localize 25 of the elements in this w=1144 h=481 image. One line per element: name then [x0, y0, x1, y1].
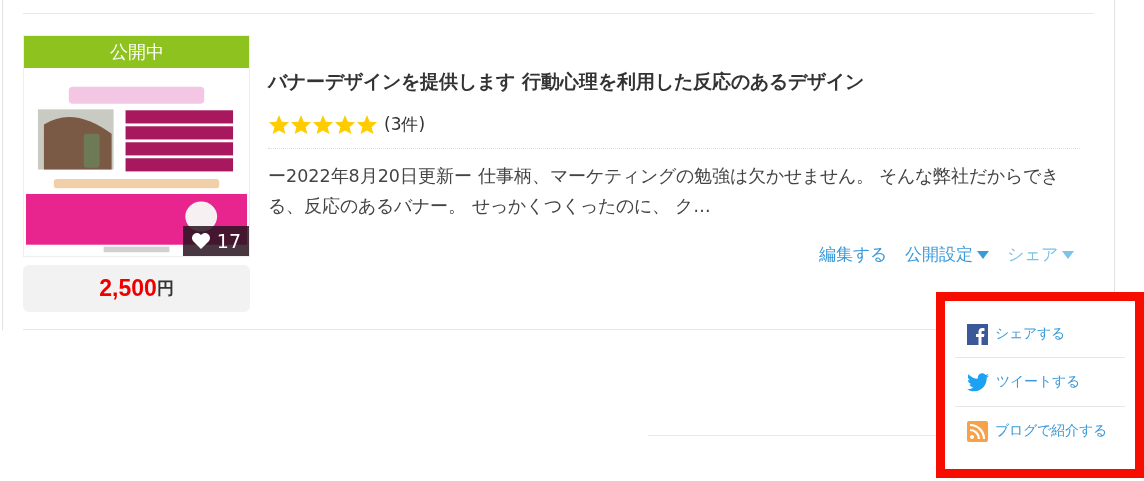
- action-link[interactable]: シェア: [1007, 243, 1074, 266]
- action-link[interactable]: 公開設定: [905, 243, 989, 266]
- star-icon: [356, 114, 378, 135]
- star-icon: [334, 114, 356, 135]
- listing-title[interactable]: バナーデザインを提供します 行動心理を利用した反応のあるデザイン: [268, 69, 1080, 95]
- star-icon: [290, 114, 312, 135]
- review-count: (3件): [384, 113, 426, 136]
- status-badge: 公開中: [24, 36, 249, 68]
- star-icon: [312, 114, 334, 135]
- favorites-count: 17: [216, 230, 241, 252]
- star-icon: [268, 114, 290, 135]
- bird-icon: [967, 372, 989, 392]
- rss-icon: [967, 420, 988, 442]
- share-menu-item[interactable]: シェアする: [955, 319, 1125, 358]
- price-amount: 2,500: [99, 275, 157, 302]
- favorites-badge[interactable]: 17: [182, 226, 249, 256]
- description: ー2022年8月20日更新ー 仕事柄、マーケティングの勉強は欠かせません。 そんな弊社だからできる、反応のあるバナー。 せっかくつくったのに、 ク…: [268, 165, 1061, 218]
- heart-icon: [190, 232, 211, 250]
- share-menu-item[interactable]: ツイートする: [955, 358, 1125, 407]
- caret-icon: [977, 250, 989, 259]
- action-link[interactable]: 編集する: [819, 243, 887, 266]
- facebook-icon: [967, 323, 988, 345]
- share-menu-item[interactable]: ブログで紹介する: [955, 407, 1125, 455]
- price-unit: 円: [156, 277, 174, 300]
- caret-icon: [1062, 250, 1074, 259]
